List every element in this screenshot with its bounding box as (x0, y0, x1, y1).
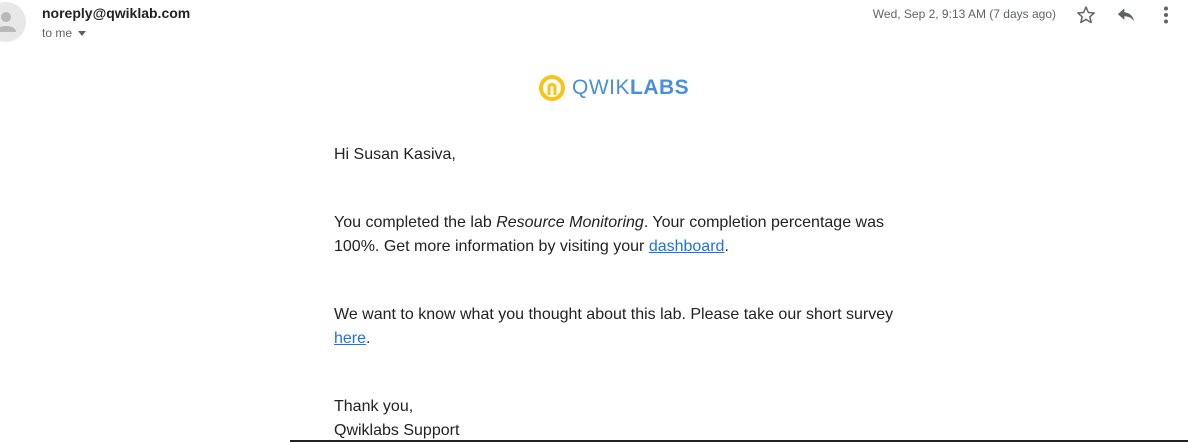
person-icon (0, 12, 16, 32)
caret-down-icon[interactable] (78, 30, 87, 36)
completion-text-suffix: . (724, 238, 729, 255)
reply-icon (1117, 8, 1135, 22)
survey-text-prefix: We want to know what you thought about t… (334, 306, 894, 323)
survey-link[interactable]: here (334, 330, 366, 347)
greeting: Hi Susan Kasiva, (334, 146, 456, 163)
completion-paragraph: You completed the lab Resource Monitorin… (334, 211, 894, 259)
signoff: Thank you, (334, 398, 414, 415)
star-icon (1077, 6, 1095, 24)
qwiklabs-logo: QWIKLABS (538, 74, 689, 102)
recipient-label: to me (42, 26, 73, 40)
logo-wordmark: QWIKLABS (572, 76, 689, 100)
survey-paragraph: We want to know what you thought about t… (334, 303, 894, 351)
recipient-details[interactable]: to me (42, 26, 87, 40)
completion-text-prefix: You completed the lab (334, 214, 497, 231)
qwiklabs-mark-icon (539, 75, 565, 101)
logo-text-light: QWIK (572, 76, 630, 99)
signature: Qwiklabs Support (334, 422, 460, 439)
logo-text-bold: LABS (630, 76, 690, 99)
sender-email[interactable]: noreply@qwiklab.com (42, 5, 190, 21)
email-view: noreply@qwiklab.com to me Wed, Sep 2, 9:… (0, 0, 1188, 442)
message-date: Wed, Sep 2, 9:13 AM (7 days ago) (872, 7, 1056, 21)
more-vertical-icon (1164, 6, 1168, 24)
more-options-button[interactable] (1155, 4, 1177, 26)
star-button[interactable] (1075, 4, 1097, 26)
reply-button[interactable] (1115, 4, 1137, 26)
survey-text-suffix: . (366, 330, 371, 347)
sender-avatar[interactable] (0, 2, 26, 42)
dashboard-link[interactable]: dashboard (649, 238, 725, 255)
lab-name: Resource Monitoring (496, 214, 644, 231)
message-body: Hi Susan Kasiva, You completed the lab R… (334, 143, 894, 442)
